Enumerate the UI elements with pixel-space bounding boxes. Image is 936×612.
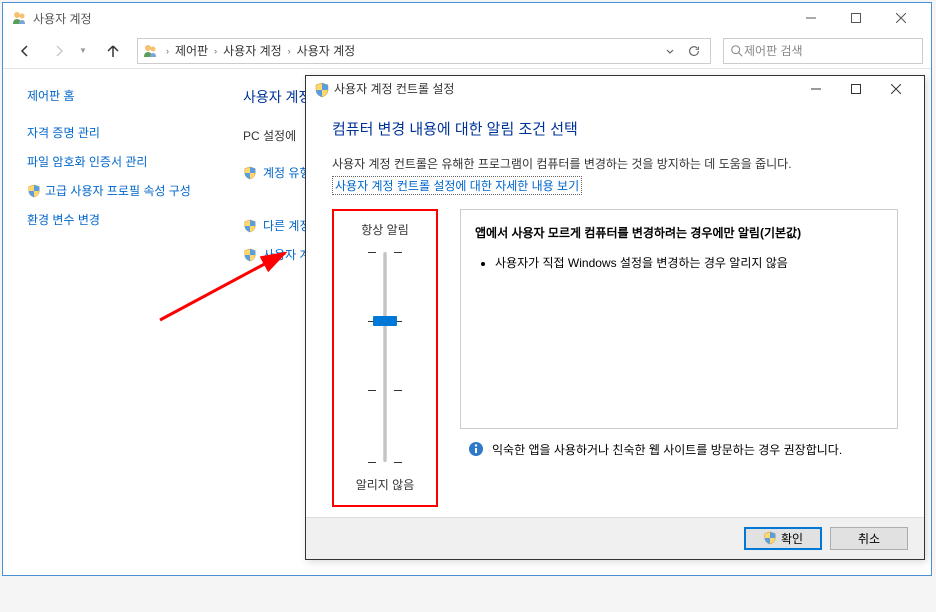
back-button[interactable] <box>11 37 39 65</box>
shield-icon <box>243 248 257 262</box>
breadcrumb-item[interactable]: 사용자 계정 <box>219 40 286 61</box>
forward-button[interactable] <box>45 37 73 65</box>
breadcrumb-item[interactable]: 사용자 계정 <box>293 40 360 61</box>
info-icon <box>468 441 484 457</box>
address-bar[interactable]: › 제어판 › 사용자 계정 › 사용자 계정 <box>137 38 711 64</box>
info-bullet: 사용자가 직접 Windows 설정을 변경하는 경우 알리지 않음 <box>495 254 883 273</box>
slider-track[interactable] <box>383 252 387 462</box>
dialog-maximize-button[interactable] <box>836 77 876 101</box>
info-title: 앱에서 사용자 모르게 컴퓨터를 변경하려는 경우에만 알림(기본값) <box>475 224 883 242</box>
breadcrumb-item[interactable]: 제어판 <box>171 40 212 61</box>
user-accounts-icon <box>142 43 158 59</box>
recommend-row: 익숙한 앱을 사용하거나 친숙한 웹 사이트를 방문하는 경우 권장합니다. <box>460 437 898 463</box>
dialog-heading: 컴퓨터 변경 내용에 대한 알림 조건 선택 <box>332 118 898 139</box>
titlebar: 사용자 계정 <box>3 3 931 33</box>
shield-icon <box>243 166 257 180</box>
close-button[interactable] <box>878 4 923 32</box>
breadcrumb: › 제어판 › 사용자 계정 › 사용자 계정 <box>164 40 658 61</box>
sidebar-heading[interactable]: 제어판 홈 <box>27 87 191 104</box>
window-title: 사용자 계정 <box>33 10 788 27</box>
chevron-right-icon[interactable]: › <box>164 46 171 56</box>
refresh-button[interactable] <box>682 39 706 63</box>
dialog-minimize-button[interactable] <box>796 77 836 101</box>
info-box: 앱에서 사용자 모르게 컴퓨터를 변경하려는 경우에만 알림(기본값) 사용자가… <box>460 209 898 429</box>
shield-icon <box>314 82 328 96</box>
info-list: 사용자가 직접 Windows 설정을 변경하는 경우 알리지 않음 <box>475 254 883 273</box>
minimize-button[interactable] <box>788 4 833 32</box>
search-input[interactable] <box>744 44 916 58</box>
shield-icon <box>763 531 777 545</box>
slider-column: 항상 알림 알리지 않음 <box>332 209 438 507</box>
dialog-titlebar: 사용자 계정 컨트롤 설정 <box>306 76 924 102</box>
shield-icon <box>243 219 257 233</box>
uac-settings-dialog: 사용자 계정 컨트롤 설정 컴퓨터 변경 내용에 대한 알림 조건 선택 사용자… <box>305 75 925 560</box>
search-icon <box>730 44 744 58</box>
address-dropdown-button[interactable] <box>658 39 682 63</box>
chevron-right-icon[interactable]: › <box>212 46 219 56</box>
slider-top-label: 항상 알림 <box>342 221 428 238</box>
dialog-title: 사용자 계정 컨트롤 설정 <box>334 80 454 97</box>
sidebar-link-profile[interactable]: 고급 사용자 프로필 속성 구성 <box>27 176 191 205</box>
toolbar: ▼ › 제어판 › 사용자 계정 › 사용자 계정 <box>3 33 931 69</box>
sidebar-link-credentials[interactable]: 자격 증명 관리 <box>27 118 191 147</box>
recommend-text: 익숙한 앱을 사용하거나 친숙한 웹 사이트를 방문하는 경우 권장합니다. <box>492 441 842 459</box>
shield-icon <box>27 184 41 198</box>
slider-bottom-label: 알리지 않음 <box>342 476 428 493</box>
up-button[interactable] <box>99 37 127 65</box>
ok-button[interactable]: 확인 <box>744 527 822 550</box>
slider-area: 항상 알림 알리지 않음 앱에서 사용자 모르게 컴퓨터를 변경하려는 경우에만… <box>332 209 898 507</box>
sidebar: 제어판 홈 자격 증명 관리 파일 암호화 인증서 관리 고급 사용자 프로필 … <box>3 69 203 573</box>
user-accounts-icon <box>11 10 27 26</box>
search-box[interactable] <box>723 38 923 64</box>
dialog-close-button[interactable] <box>876 77 916 101</box>
history-dropdown[interactable]: ▼ <box>79 46 93 55</box>
maximize-button[interactable] <box>833 4 878 32</box>
dialog-description: 사용자 계정 컨트롤은 유해한 프로그램이 컴퓨터를 변경하는 것을 방지하는 … <box>332 155 898 173</box>
sidebar-link-encryption[interactable]: 파일 암호화 인증서 관리 <box>27 147 191 176</box>
dialog-body: 컴퓨터 변경 내용에 대한 알림 조건 선택 사용자 계정 컨트롤은 유해한 프… <box>306 102 924 517</box>
chevron-right-icon[interactable]: › <box>286 46 293 56</box>
cancel-button[interactable]: 취소 <box>830 527 908 550</box>
more-info-link[interactable]: 사용자 계정 컨트롤 설정에 대한 자세한 내용 보기 <box>332 176 582 195</box>
slider-thumb[interactable] <box>373 316 397 326</box>
info-column: 앱에서 사용자 모르게 컴퓨터를 변경하려는 경우에만 알림(기본값) 사용자가… <box>460 209 898 507</box>
dialog-footer: 확인 취소 <box>306 517 924 559</box>
sidebar-link-env[interactable]: 환경 변수 변경 <box>27 205 191 234</box>
